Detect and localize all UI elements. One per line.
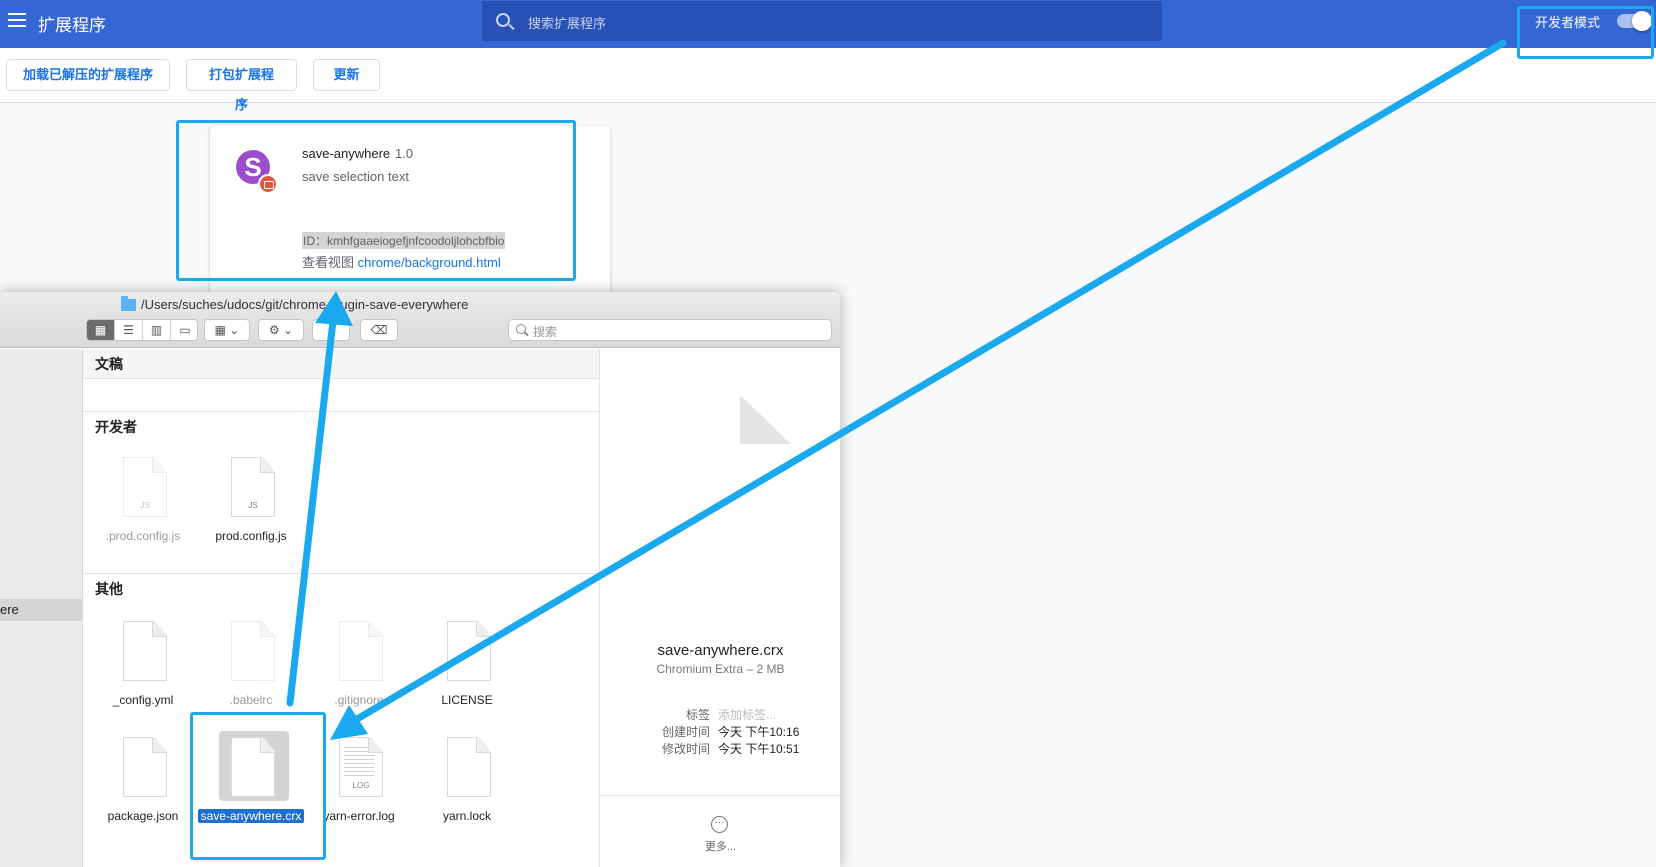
file-name: .prod.config.js	[105, 529, 181, 543]
file-item[interactable]: yarn.lock	[417, 737, 517, 837]
file-name: package.json	[107, 809, 179, 823]
action-button[interactable]: ⚙ ⌄	[258, 319, 304, 341]
hamburger-menu-icon[interactable]	[8, 13, 26, 27]
file-name: LICENSE	[441, 693, 493, 707]
file-item[interactable]: JS prod.config.js	[201, 457, 301, 557]
file-name: prod.config.js	[215, 529, 287, 543]
file-icon	[447, 621, 491, 681]
tags-key: 标签	[685, 708, 710, 722]
annotation-box-extension	[176, 120, 576, 281]
finder-window: /Users/suches/udocs/git/chrome-plugin-sa…	[0, 292, 841, 867]
load-unpacked-button[interactable]: 加载已解压的扩展程序	[6, 59, 170, 91]
column-view-icon[interactable]: ▥	[143, 320, 171, 340]
group-header-developer: 开发者	[83, 411, 599, 441]
extensions-toolbar: 加载已解压的扩展程序 打包扩展程序 更新	[0, 48, 1656, 112]
more-icon[interactable]: ···	[711, 816, 728, 833]
chrome-header: 扩展程序 搜索扩展程序 开发者模式	[0, 0, 1656, 48]
finder-sidebar: ere	[0, 349, 83, 867]
more-label[interactable]: 更多...	[600, 838, 841, 854]
js-file-icon: JS	[123, 457, 167, 517]
search-placeholder: 搜索扩展程序	[528, 16, 607, 31]
file-name: yarn.lock	[442, 809, 492, 823]
modified-value: 今天 下午10:51	[718, 742, 800, 756]
file-name: _config.yml	[112, 693, 174, 707]
js-file-icon: JS	[231, 457, 275, 517]
search-icon	[516, 324, 526, 334]
finder-file-area: 文稿 开发者 JS .prod.config.js JS prod.config…	[83, 349, 599, 867]
pack-extension-button[interactable]: 打包扩展程序	[186, 59, 297, 112]
finder-titlebar: /Users/suches/udocs/git/chrome-plugin-sa…	[0, 292, 840, 348]
preview-divider	[600, 795, 841, 796]
window-path: /Users/suches/udocs/git/chrome-plugin-sa…	[141, 297, 469, 312]
created-key: 创建时间	[661, 725, 710, 739]
file-icon	[231, 621, 275, 681]
tag-icon: ⌫	[370, 323, 388, 337]
file-icon	[447, 737, 491, 797]
log-file-icon: LOG	[339, 737, 383, 797]
search-icon	[496, 13, 510, 27]
annotation-box-crx	[190, 712, 326, 860]
modified-key: 修改时间	[661, 742, 710, 756]
file-item[interactable]: LICENSE	[417, 621, 517, 721]
preview-file-icon	[649, 396, 792, 580]
file-name: .babelrc	[229, 693, 273, 707]
add-tags-field[interactable]: 添加标签...	[718, 706, 776, 723]
created-value: 今天 下午10:16	[718, 725, 800, 739]
icon-view-icon[interactable]: ▦	[87, 320, 115, 340]
grid-chevron-icon: ▦ ⌄	[214, 323, 240, 337]
file-icon	[123, 737, 167, 797]
file-item[interactable]: .gitignore	[309, 621, 409, 721]
gear-icon: ⚙ ⌄	[268, 323, 294, 337]
preview-file-name: save-anywhere.crx	[657, 642, 784, 659]
page-title: 扩展程序	[38, 16, 106, 35]
sidebar-item-selected[interactable]: ere	[0, 599, 82, 621]
finder-search-input[interactable]: 搜索	[508, 319, 832, 341]
preview-file-kind: Chromium Extra – 2 MB	[656, 662, 785, 676]
gallery-view-icon[interactable]: ▭	[171, 320, 199, 340]
update-button[interactable]: 更新	[313, 59, 380, 91]
group-by-button[interactable]: ▦ ⌄	[204, 319, 250, 341]
extension-search-input[interactable]: 搜索扩展程序	[482, 1, 1162, 41]
file-icon	[339, 621, 383, 681]
file-item[interactable]: _config.yml	[93, 621, 193, 721]
view-mode-segment[interactable]: ▦ ☰ ▥ ▭	[86, 319, 198, 341]
group-header-docs: 文稿	[83, 349, 599, 379]
annotation-box-devmode	[1517, 6, 1654, 59]
file-item[interactable]: package.json	[93, 737, 193, 837]
group-header-other: 其他	[83, 573, 599, 603]
tags-button[interactable]: ⌫	[360, 319, 398, 341]
file-icon	[123, 621, 167, 681]
file-item[interactable]: .babelrc	[201, 621, 301, 721]
preview-pane: save-anywhere.crx Chromium Extra – 2 MB …	[599, 349, 841, 867]
folder-icon	[121, 296, 136, 311]
finder-search-placeholder: 搜索	[533, 325, 558, 339]
share-button[interactable]	[312, 319, 350, 341]
file-name: .gitignore	[334, 693, 384, 707]
list-view-icon[interactable]: ☰	[115, 320, 143, 340]
file-item[interactable]: JS .prod.config.js	[93, 457, 193, 557]
